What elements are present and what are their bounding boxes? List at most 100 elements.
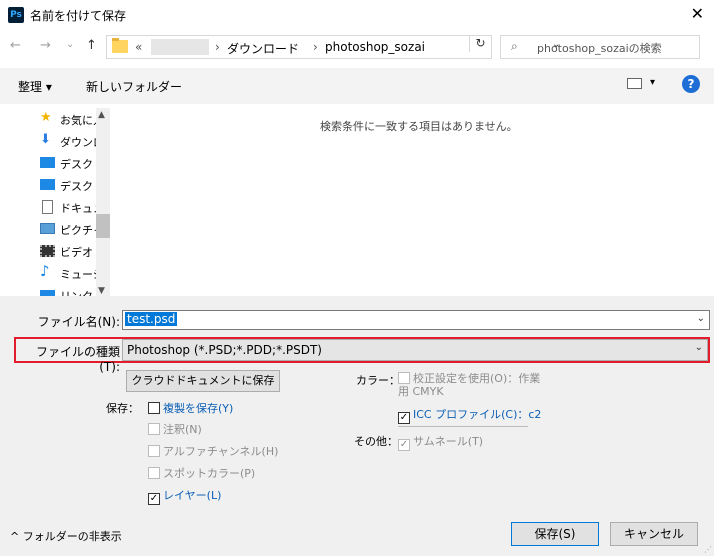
nav-item-label: デスクトップ <box>60 158 100 171</box>
alpha-label: アルファチャンネル(H) <box>163 445 279 458</box>
nav-item-desktop[interactable]: デスクトップ <box>40 154 100 174</box>
organize-menu[interactable]: 整理 ▾ <box>18 78 52 95</box>
photoshop-app-icon: Ps <box>8 7 24 23</box>
color-section-label: カラー： <box>356 374 400 387</box>
nav-item-desktop[interactable]: デスクトップ <box>40 176 100 196</box>
layers-label: レイヤー(L) <box>163 489 222 502</box>
download-arrow-icon: ⬇ <box>40 132 51 147</box>
save-section-label: 保存： <box>106 402 139 415</box>
scroll-up-icon[interactable]: ▲ <box>98 110 105 120</box>
nav-item-downloads[interactable]: ⬇ ダウンロード <box>40 132 100 152</box>
desktop-icon <box>40 157 55 168</box>
back-arrow-icon[interactable]: ← <box>10 38 21 53</box>
filename-value[interactable]: test.psd <box>125 312 178 326</box>
redacted-path-segment <box>151 39 209 55</box>
layers-option[interactable]: ✓ レイヤー(L) <box>148 487 221 505</box>
nav-item-label: デスクトップ <box>60 180 100 193</box>
filetype-label: ファイルの種類(T): <box>35 345 120 374</box>
thumbnail-option: ✓ サムネール(T) <box>398 433 483 451</box>
save-options-panel: ファイル名(N): test.psd ⌄ ファイルの種類(T): Photosh… <box>0 296 714 556</box>
save-copy-label: 複製を保存(Y) <box>163 402 234 415</box>
nav-item-label: ビデオ <box>60 246 93 259</box>
folder-icon <box>112 38 128 53</box>
layers-checkbox[interactable]: ✓ <box>148 493 160 505</box>
nav-item-label: ピクチャ <box>60 224 100 237</box>
other-section-label: その他： <box>354 435 398 448</box>
spot-color-checkbox <box>148 467 160 479</box>
nav-item-label: リンク <box>60 288 93 296</box>
notes-label: 注釈(N) <box>163 423 202 436</box>
search-icon: ⌕ <box>511 39 518 53</box>
save-copy-checkbox[interactable] <box>148 402 160 414</box>
proof-option: 校正設定を使用(O)：作業用 CMYK <box>398 372 548 398</box>
forward-arrow-icon[interactable]: → <box>40 38 51 53</box>
nav-item-label: ドキュメント <box>60 202 100 215</box>
hide-folders-toggle[interactable]: ^ フォルダーの非表示 <box>10 528 122 544</box>
icc-profile-option[interactable]: ✓ ICC プロファイル(C)：c2 <box>398 406 541 424</box>
filetype-dropdown-icon[interactable]: ⌄ <box>695 342 703 353</box>
nav-item-music[interactable]: ♪ ミュージック <box>40 264 100 284</box>
thumbnail-checkbox: ✓ <box>398 439 410 451</box>
save-copy-option[interactable]: 複製を保存(Y) <box>148 400 233 416</box>
filename-field[interactable]: test.psd ⌄ <box>122 310 710 330</box>
options-divider <box>398 426 528 427</box>
search-placeholder: photoshop_sozaiの検索 <box>537 42 662 55</box>
up-arrow-icon[interactable]: ↑ <box>86 38 97 53</box>
address-row: ← → ⌄ ↑ « › ダウンロード › photoshop_sozai ⌄ ↻… <box>0 32 714 60</box>
navigation-pane: ★ お気に入り ⬇ ダウンロード デスクトップ デスクトップ ドキュメント ピク… <box>0 104 112 298</box>
address-overflow-icon[interactable]: « <box>135 40 142 54</box>
nav-item-links[interactable]: リンク <box>40 286 100 296</box>
nav-item-label: お気に入り <box>60 114 100 127</box>
breadcrumb-separator-icon[interactable]: › <box>313 40 318 54</box>
dialog-title: 名前を付けて保存 <box>30 9 127 23</box>
new-folder-button[interactable]: 新しいフォルダー <box>86 78 182 95</box>
nav-item-documents[interactable]: ドキュメント <box>40 198 100 218</box>
empty-results-message: 検索条件に一致する項目はありません。 <box>320 120 518 133</box>
nav-item-label: ダウンロード <box>60 136 100 149</box>
spot-color-option: スポットカラー(P) <box>148 465 255 481</box>
nav-scrollbar[interactable] <box>96 108 110 298</box>
notes-checkbox <box>148 423 160 435</box>
proof-label: 校正設定を使用(O)：作業用 CMYK <box>398 372 541 398</box>
proof-checkbox <box>398 372 410 384</box>
search-input[interactable]: ⌕ photoshop_sozaiの検索 <box>500 35 700 59</box>
breadcrumb-separator-icon[interactable]: › <box>215 40 220 54</box>
spot-color-label: スポットカラー(P) <box>163 467 256 480</box>
save-to-cloud-button[interactable]: クラウドドキュメントに保存 <box>126 370 280 392</box>
nav-item-videos[interactable]: ビデオ <box>40 242 100 262</box>
notes-option: 注釈(N) <box>148 421 202 437</box>
view-options-icon[interactable] <box>627 78 642 89</box>
nav-item-label: ミュージック <box>60 268 100 281</box>
address-bar[interactable]: « › ダウンロード › photoshop_sozai ⌄ <box>106 35 560 59</box>
document-icon <box>42 200 53 214</box>
pictures-icon <box>40 223 55 234</box>
alpha-option: アルファチャンネル(H) <box>148 443 278 459</box>
save-button[interactable]: 保存(S) <box>511 522 599 546</box>
command-bar: 整理 ▾ 新しいフォルダー ▾ ? <box>0 68 714 104</box>
filetype-select[interactable]: Photoshop (*.PSD;*.PDD;*.PSDT) ⌄ <box>122 339 708 361</box>
breadcrumb-photoshop-sozai[interactable]: photoshop_sozai <box>325 40 425 54</box>
nav-item-pictures[interactable]: ピクチャ <box>40 220 100 240</box>
desktop-icon <box>40 179 55 190</box>
view-dropdown-icon[interactable]: ▾ <box>650 77 655 88</box>
scroll-down-icon[interactable]: ▼ <box>98 286 105 296</box>
close-button[interactable]: ✕ <box>691 4 704 23</box>
icc-profile-checkbox[interactable]: ✓ <box>398 412 410 424</box>
nav-item-favorites[interactable]: ★ お気に入り <box>40 110 100 130</box>
thumbnail-label: サムネール(T) <box>413 435 484 448</box>
star-icon: ★ <box>40 110 52 125</box>
filetype-value: Photoshop (*.PSD;*.PDD;*.PSDT) <box>127 343 322 357</box>
recent-locations-icon[interactable]: ⌄ <box>66 39 74 50</box>
refresh-icon[interactable]: ↻ <box>469 36 491 52</box>
resize-grip-icon[interactable]: ⋰ <box>704 545 712 554</box>
video-icon <box>40 245 55 257</box>
filename-label: ファイル名(N): <box>37 315 120 329</box>
nav-scrollbar-thumb[interactable] <box>96 214 110 238</box>
filename-dropdown-icon[interactable]: ⌄ <box>697 313 705 324</box>
icc-profile-label: ICC プロファイル(C)：c2 <box>413 408 542 421</box>
breadcrumb-downloads[interactable]: ダウンロード <box>227 40 299 57</box>
music-icon: ♪ <box>40 264 50 280</box>
cancel-button[interactable]: キャンセル <box>610 522 698 546</box>
alpha-checkbox <box>148 445 160 457</box>
help-icon[interactable]: ? <box>682 75 700 93</box>
